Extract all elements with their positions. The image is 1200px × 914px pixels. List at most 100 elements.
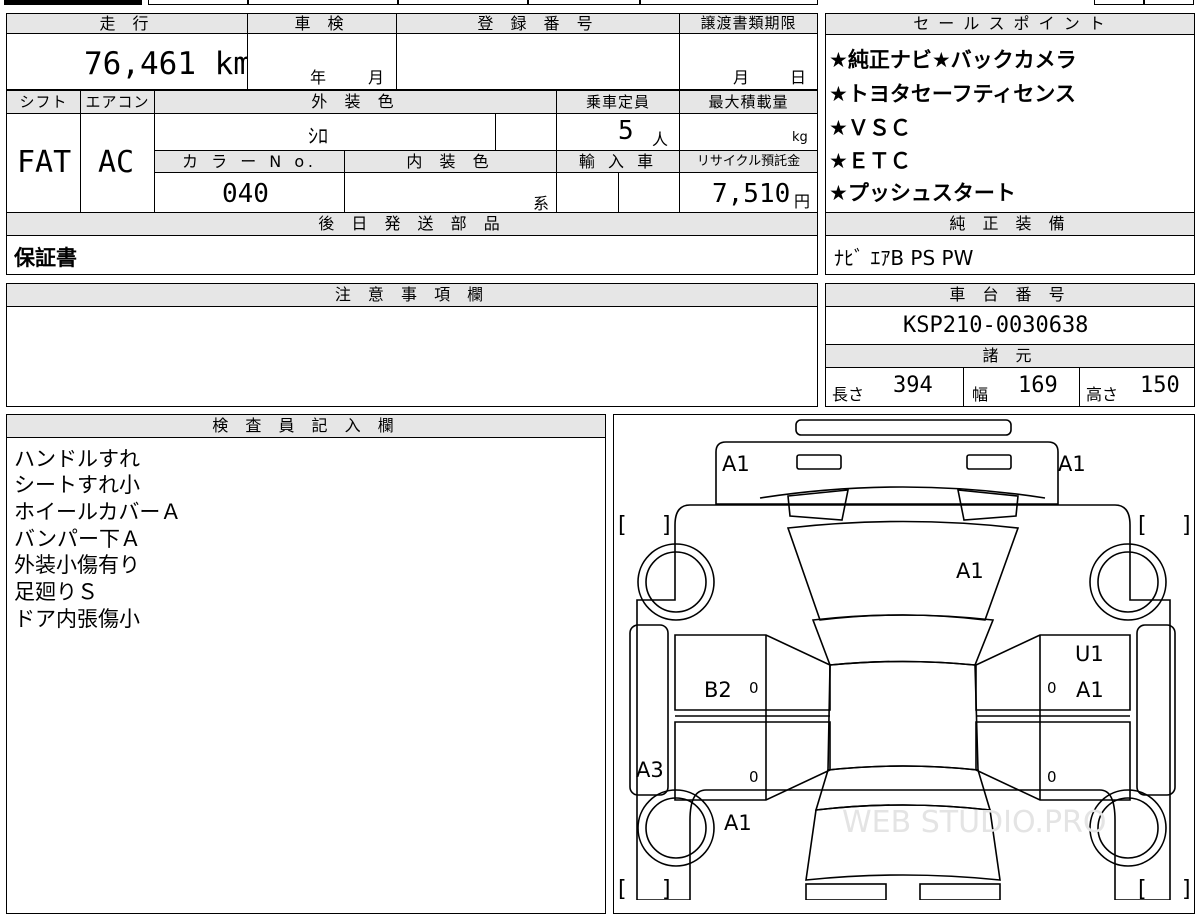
inspector-note-item: シートすれ小 — [14, 473, 140, 497]
header-transfer-deadline: 譲渡書類期限 — [679, 13, 818, 34]
aircon-value: AC — [98, 145, 135, 180]
shift-value: FAT — [17, 145, 72, 180]
spec-width-value: 169 — [1018, 373, 1058, 398]
windshield — [811, 614, 995, 666]
interior-color-cell — [344, 172, 557, 213]
later-parts-value: 保証書 — [14, 246, 77, 270]
bracket-open: [ — [1138, 513, 1147, 538]
registration-number-cell — [396, 33, 680, 90]
exterior-color-value: ｼﾛ — [308, 124, 328, 148]
sales-point-item: ★トヨタセーフティセンス — [829, 82, 1076, 106]
inspector-note-item: ホイールカバーＡ — [14, 500, 182, 524]
right-rear-door — [975, 721, 1131, 801]
spec-width-label: 幅 — [972, 385, 989, 404]
left-headlamp — [796, 454, 842, 470]
front-plate — [795, 419, 1012, 436]
exterior-color-extra-cell — [495, 113, 557, 151]
rear-left-wheel — [637, 789, 715, 867]
transfer-month-unit: 月 — [733, 68, 750, 87]
sales-point-item: ★ＥＴＣ — [829, 149, 911, 173]
front-right-wheel — [1089, 543, 1167, 621]
header-max-load: 最大積載量 — [679, 90, 818, 114]
chassis-number-value: KSP210-0030638 — [903, 313, 1089, 338]
header-color-no: カ ラ ー N o. — [154, 150, 345, 173]
capacity-value: 5 — [618, 116, 634, 146]
top-strip — [0, 0, 1200, 6]
transfer-day-unit: 日 — [790, 68, 807, 87]
header-interior-color: 内 装 色 — [344, 150, 557, 173]
door-code: 0 — [1047, 768, 1057, 786]
bracket-close: ] — [662, 513, 671, 538]
top-strip-cell — [248, 0, 398, 5]
recycle-fee-value: 7,510 — [712, 179, 791, 209]
bracket-close: ] — [662, 877, 671, 900]
rear-plate-right — [919, 883, 1001, 900]
header-specs: 諸 元 — [825, 344, 1195, 368]
inspector-note-item: ドア内張傷小 — [14, 607, 140, 631]
inspector-note-item: 足廻りＳ — [14, 580, 98, 604]
spec-height-label: 高さ — [1086, 385, 1119, 404]
door-code: 0 — [1047, 679, 1057, 697]
rear-left-wheel-inner — [645, 797, 707, 859]
roof — [827, 660, 979, 771]
inspection-month-unit: 月 — [368, 68, 385, 87]
max-load-unit: kg — [792, 130, 808, 145]
sales-point-item: ★プッシュスタート — [829, 181, 1016, 205]
top-strip-cell — [1144, 0, 1194, 5]
header-chassis-number: 車 台 番 号 — [825, 283, 1195, 307]
inspection-year-unit: 年 — [310, 68, 327, 87]
header-inspection: 車 検 — [247, 13, 397, 34]
watermark: WEB STUDIO.PRO — [842, 805, 1107, 840]
rear-right-wheel-inner — [1097, 797, 1159, 859]
front-left-wheel — [637, 543, 715, 621]
door-code: 0 — [749, 679, 759, 697]
recycle-fee-unit: 円 — [794, 192, 811, 211]
mark-left-rear-fender: A1 — [724, 811, 752, 835]
bracket-close: ] — [1182, 513, 1191, 538]
header-mileage: 走 行 — [6, 13, 248, 34]
front-right-wheel-inner — [1097, 551, 1159, 613]
sales-point-item: ★純正ナビ★バックカメラ — [829, 48, 1077, 72]
header-later-parts: 後 日 発 送 部 品 — [6, 212, 818, 236]
right-headlamp — [966, 454, 1012, 470]
standard-equipment-value: ﾅﾋﾞ ｴｱB PS PW — [834, 246, 974, 270]
top-strip-cell — [528, 0, 640, 5]
header-capacity: 乗車定員 — [556, 90, 680, 114]
mark-hood: A1 — [956, 559, 984, 583]
bracket-open: [ — [618, 513, 627, 538]
mileage-value: 76,461 km — [84, 46, 252, 82]
capacity-unit: 人 — [652, 130, 669, 149]
top-strip-cell — [148, 0, 248, 5]
sales-point-item: ★ＶＳＣ — [829, 116, 911, 140]
bracket-open: [ — [1138, 877, 1147, 900]
header-sales-points: セ ー ル ス ポ イ ン ト — [825, 13, 1195, 35]
header-exterior-color: 外 装 色 — [154, 90, 557, 114]
front-left-wheel-inner — [645, 551, 707, 613]
top-strip-black-cell — [4, 0, 142, 5]
right-front-door — [975, 634, 1131, 711]
mark-left-rocker: A3 — [636, 758, 664, 782]
header-registration-number: 登 録 番 号 — [396, 13, 680, 34]
mark-right-front-door: A1 — [1076, 678, 1104, 702]
rear-window — [814, 765, 992, 811]
mark-right-front-door-upper: U1 — [1075, 642, 1104, 666]
header-recycle-fee: リサイクル預託金 — [679, 150, 818, 173]
front-grille — [759, 486, 1046, 499]
rear-plate — [805, 883, 887, 900]
interior-color-suffix: 系 — [533, 194, 550, 213]
car-diagram: [ ] [ ] [ ] [ ] A1 A1 A1 B2 U1 A1 A3 A1 … — [618, 419, 1191, 900]
mark-front-right: A1 — [1058, 452, 1086, 476]
spec-length-label: 長さ — [832, 385, 865, 404]
door-code: 0 — [749, 768, 759, 786]
header-shift: シフト — [6, 90, 81, 114]
header-notes: 注 意 事 項 欄 — [6, 283, 818, 307]
top-strip-cell — [1094, 0, 1144, 5]
mark-front-left: A1 — [722, 452, 750, 476]
bracket-open: [ — [618, 877, 627, 900]
header-import: 輸 入 車 — [556, 150, 680, 173]
header-standard-equipment: 純 正 装 備 — [825, 212, 1195, 236]
mark-left-front-door: B2 — [704, 678, 732, 702]
bracket-close: ] — [1182, 877, 1191, 900]
import-cell-b — [618, 172, 680, 213]
top-strip-cell — [640, 0, 818, 5]
